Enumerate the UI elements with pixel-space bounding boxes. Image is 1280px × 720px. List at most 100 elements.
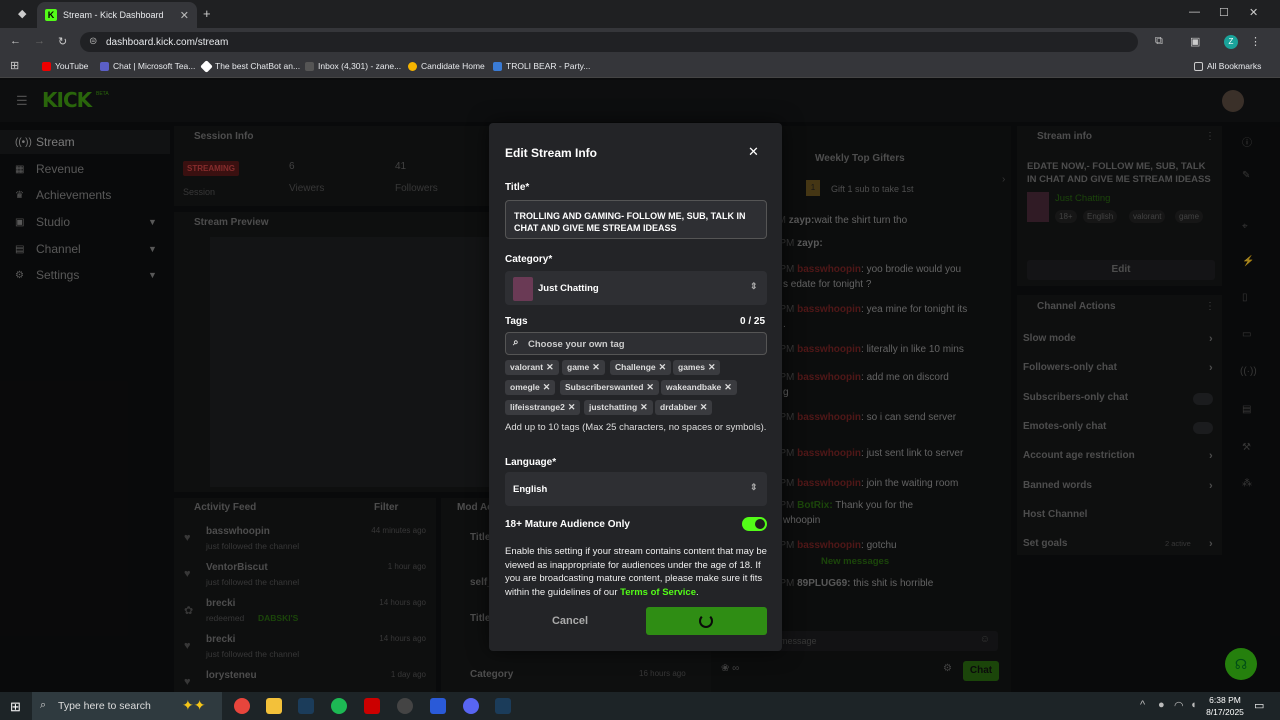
tag-chip[interactable]: valorant ✕ <box>505 360 559 375</box>
tag-remove-icon[interactable]: ✕ <box>640 402 648 412</box>
discord-icon[interactable] <box>463 698 479 714</box>
save-button[interactable] <box>646 607 767 635</box>
file-explorer-icon[interactable] <box>266 698 282 714</box>
cancel-button[interactable]: Cancel <box>505 608 635 634</box>
maximize-icon[interactable]: ☐ <box>1219 6 1229 19</box>
close-icon[interactable]: ✕ <box>748 144 759 160</box>
tag-chip-label: Subscriberswanted <box>565 382 644 392</box>
tag-chip-label: valorant <box>510 362 544 372</box>
close-window-icon[interactable]: ✕ <box>1249 6 1258 19</box>
bookmark-candidate[interactable]: Candidate Home <box>408 61 485 71</box>
roblox-icon[interactable] <box>364 698 380 714</box>
taskbar-search[interactable]: ⌕ Type here to search ✦✦ <box>32 692 222 720</box>
modal-title: Edit Stream Info <box>505 146 598 160</box>
notifications-icon[interactable]: ▭ <box>1254 699 1264 712</box>
tag-input[interactable]: ⌕ Choose your own tag <box>505 332 767 355</box>
tab-search-icon[interactable]: ◆ <box>18 7 26 20</box>
bookmark-label: Inbox (4,301) - zane... <box>318 61 402 71</box>
all-bookmarks[interactable]: All Bookmarks <box>1194 61 1261 71</box>
search-placeholder: Type here to search <box>58 700 151 712</box>
bookmark-label: YouTube <box>55 61 89 71</box>
tag-chip[interactable]: games ✕ <box>673 360 721 375</box>
tag-remove-icon[interactable]: ✕ <box>592 362 600 372</box>
period: . <box>696 586 699 598</box>
tag-chip[interactable]: Subscriberswanted ✕ <box>560 380 659 395</box>
language-label: Language* <box>505 457 557 468</box>
obs-icon[interactable] <box>397 698 413 714</box>
back-icon[interactable]: ← <box>10 35 21 47</box>
profile-avatar[interactable]: Z <box>1224 35 1238 49</box>
tags-help: Add up to 10 tags (Max 25 characters, no… <box>505 422 767 433</box>
mature-toggle[interactable] <box>742 517 767 531</box>
clock-time[interactable]: 6:38 PM <box>1205 695 1245 705</box>
tag-input-placeholder: Choose your own tag <box>528 339 625 350</box>
spotify-icon[interactable] <box>331 698 347 714</box>
tag-chip[interactable]: Challenge ✕ <box>610 360 672 375</box>
tag-chip-label: justchatting <box>589 402 638 412</box>
tab-title: Stream - Kick Dashboard <box>63 10 164 20</box>
tag-chip-label: lifeisstrange2 <box>510 402 565 412</box>
tag-chip[interactable]: justchatting ✕ <box>584 400 653 415</box>
tag-chip[interactable]: wakeandbake ✕ <box>661 380 737 395</box>
search-icon: ⌕ <box>513 337 519 348</box>
browser-tab[interactable]: K Stream - Kick Dashboard ✕ <box>37 2 197 28</box>
extensions-icon[interactable]: ⧉ <box>1155 35 1163 48</box>
bookmark-chatbot[interactable]: The best ChatBot an... <box>200 59 300 73</box>
bookmark-label: Candidate Home <box>421 61 485 71</box>
tag-remove-icon[interactable]: ✕ <box>659 362 667 372</box>
bookmark-troli-bear[interactable]: TROLI BEAR - Party... <box>493 61 590 71</box>
tag-remove-icon[interactable]: ✕ <box>646 382 654 392</box>
select-arrows-icon: ⇕ <box>750 482 758 492</box>
tray-chevron-icon[interactable]: ^ <box>1140 699 1145 711</box>
loading-spinner-icon <box>699 614 713 628</box>
tag-remove-icon[interactable]: ✕ <box>568 402 576 412</box>
clock-date[interactable]: 8/17/2025 <box>1202 707 1248 717</box>
tag-chip[interactable]: omegle ✕ <box>505 380 556 395</box>
forward-icon[interactable]: → <box>34 35 45 47</box>
language-select[interactable]: English ⇕ <box>505 472 767 506</box>
apps-grid-icon[interactable]: ⊞ <box>10 59 19 72</box>
search-icon: ⌕ <box>40 699 47 711</box>
terms-of-service-link[interactable]: Terms of Service <box>620 587 696 598</box>
volume-icon[interactable]: ◖ <box>1190 699 1197 711</box>
title-input[interactable]: TROLLING AND GAMING- FOLLOW ME, SUB, TAL… <box>505 200 767 239</box>
tag-chip[interactable]: lifeisstrange2 ✕ <box>505 400 581 415</box>
tag-remove-icon[interactable]: ✕ <box>708 362 716 372</box>
bookmark-inbox[interactable]: Inbox (4,301) - zane... <box>305 61 401 71</box>
network-icon[interactable]: ◠ <box>1174 699 1184 712</box>
tag-remove-icon[interactable]: ✕ <box>543 382 551 392</box>
sidepanel-icon[interactable]: ▣ <box>1190 35 1200 48</box>
site-info-icon[interactable]: ⊜ <box>89 36 97 47</box>
bookmark-youtube[interactable]: YouTube <box>42 61 88 71</box>
category-thumbnail <box>513 277 533 301</box>
tag-remove-icon[interactable]: ✕ <box>546 362 554 372</box>
steam-icon[interactable] <box>495 698 511 714</box>
tag-chip-label: drdabber <box>660 402 697 412</box>
kick-favicon-icon: K <box>45 9 57 21</box>
tag-chip[interactable]: drdabber ✕ <box>655 400 713 415</box>
tag-chip-label: omegle <box>510 382 540 392</box>
tags-label: Tags <box>505 316 528 327</box>
app-icon[interactable] <box>430 698 446 714</box>
url-input[interactable]: ⊜ dashboard.kick.com/stream <box>80 32 1138 52</box>
windows-start-icon[interactable]: ⊞ <box>10 699 21 715</box>
tag-chip-label: wakeandbake <box>666 382 722 392</box>
mic-icon[interactable]: ● <box>1158 699 1165 711</box>
steam-icon[interactable] <box>298 698 314 714</box>
new-tab-icon[interactable]: + <box>203 6 211 21</box>
tag-remove-icon[interactable]: ✕ <box>724 382 732 392</box>
toggle-knob <box>755 519 765 529</box>
bookmark-teams[interactable]: Chat | Microsoft Tea... <box>100 61 195 71</box>
tab-close-icon[interactable]: ✕ <box>180 9 189 22</box>
tags-count: 0 / 25 <box>740 316 766 327</box>
chrome-icon[interactable] <box>234 698 250 714</box>
browser-menu-icon[interactable]: ⋮ <box>1250 35 1261 48</box>
bookmarks-bar: ⊞ YouTube Chat | Microsoft Tea... The be… <box>0 56 1280 78</box>
tag-chip[interactable]: game ✕ <box>562 360 605 375</box>
category-select[interactable]: Just Chatting ⇕ <box>505 271 767 305</box>
tag-remove-icon[interactable]: ✕ <box>700 402 708 412</box>
tag-chip-label: game <box>567 362 590 372</box>
minimize-icon[interactable]: — <box>1189 6 1200 18</box>
category-value: Just Chatting <box>538 283 599 294</box>
reload-icon[interactable]: ↻ <box>58 35 67 48</box>
